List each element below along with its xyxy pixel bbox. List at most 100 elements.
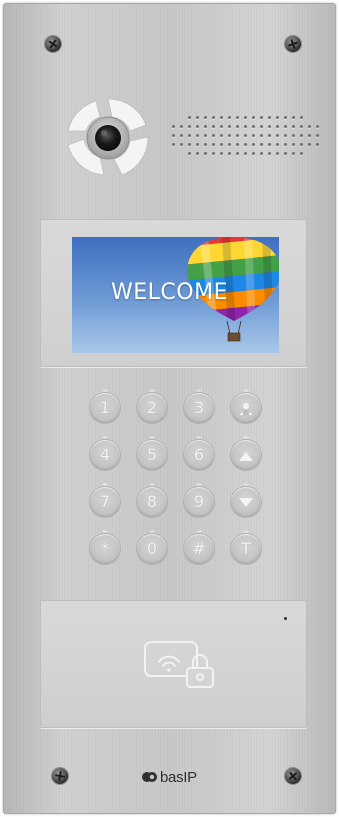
speaker-hole bbox=[316, 116, 319, 119]
speaker-hole bbox=[316, 134, 319, 137]
speaker-hole bbox=[180, 134, 183, 137]
key-9[interactable]: 9 bbox=[184, 483, 214, 517]
arrow-up-key[interactable] bbox=[231, 436, 261, 470]
speaker-hole bbox=[244, 116, 247, 119]
speaker-grille bbox=[170, 114, 328, 160]
speaker-hole bbox=[220, 152, 223, 155]
speaker-hole bbox=[220, 116, 223, 119]
speaker-hole bbox=[180, 152, 183, 155]
speaker-hole bbox=[308, 125, 311, 128]
speaker-hole bbox=[252, 134, 255, 137]
speaker-hole bbox=[244, 134, 247, 137]
speaker-hole bbox=[188, 116, 191, 119]
key-label: 5 bbox=[146, 445, 158, 464]
key-1[interactable]: 1 bbox=[90, 389, 120, 423]
speaker-hole bbox=[276, 134, 279, 137]
screw-icon bbox=[285, 768, 301, 784]
speaker-hole bbox=[284, 125, 287, 128]
speaker-hole bbox=[316, 143, 319, 146]
speaker-hole bbox=[268, 143, 271, 146]
speaker-hole bbox=[276, 125, 279, 128]
speaker-hole bbox=[180, 143, 183, 146]
arrow-down-icon bbox=[238, 497, 254, 509]
welcome-text: WELCOME bbox=[111, 280, 228, 305]
speaker-hole bbox=[300, 125, 303, 128]
speaker-hole bbox=[212, 143, 215, 146]
speaker-hole bbox=[188, 143, 191, 146]
speaker-hole bbox=[228, 143, 231, 146]
key-8[interactable]: 8 bbox=[137, 483, 167, 517]
key-0[interactable]: 0 bbox=[137, 530, 167, 564]
key-label: * bbox=[101, 539, 109, 558]
key-5[interactable]: 5 bbox=[137, 436, 167, 470]
speaker-hole bbox=[236, 152, 239, 155]
key-star[interactable]: * bbox=[90, 530, 120, 564]
key-2[interactable]: 2 bbox=[137, 389, 167, 423]
speaker-hole bbox=[284, 116, 287, 119]
key-label: 1 bbox=[99, 398, 111, 417]
display-screen: WELCOME bbox=[72, 237, 279, 353]
key-label: # bbox=[192, 539, 206, 558]
speaker-hole bbox=[244, 125, 247, 128]
speaker-hole bbox=[220, 143, 223, 146]
speaker-hole bbox=[196, 125, 199, 128]
speaker-hole bbox=[188, 125, 191, 128]
speaker-hole bbox=[196, 116, 199, 119]
speaker-hole bbox=[252, 152, 255, 155]
key-t[interactable]: T bbox=[231, 530, 261, 564]
speaker-hole bbox=[300, 152, 303, 155]
contacts-key[interactable] bbox=[231, 389, 261, 423]
key-7[interactable]: 7 bbox=[90, 483, 120, 517]
key-label: 9 bbox=[193, 492, 205, 511]
key-label: 7 bbox=[99, 492, 111, 511]
rfid-card-lock-icon bbox=[144, 641, 214, 688]
speaker-hole bbox=[316, 125, 319, 128]
key-label: 6 bbox=[193, 445, 205, 464]
bas-ip-logo-mark-icon bbox=[142, 772, 157, 782]
speaker-hole bbox=[196, 152, 199, 155]
speaker-hole bbox=[196, 134, 199, 137]
speaker-hole bbox=[300, 134, 303, 137]
speaker-hole bbox=[284, 143, 287, 146]
screw-icon bbox=[52, 768, 68, 784]
key-label: 8 bbox=[146, 492, 158, 511]
speaker-hole bbox=[268, 116, 271, 119]
speaker-hole bbox=[196, 143, 199, 146]
speaker-hole bbox=[212, 134, 215, 137]
key-label: 3 bbox=[193, 398, 205, 417]
speaker-hole bbox=[204, 134, 207, 137]
speaker-hole bbox=[188, 134, 191, 137]
speaker-hole bbox=[292, 116, 295, 119]
key-label: 4 bbox=[99, 445, 111, 464]
speaker-hole bbox=[276, 152, 279, 155]
key-6[interactable]: 6 bbox=[184, 436, 214, 470]
speaker-hole bbox=[228, 134, 231, 137]
speaker-hole bbox=[180, 125, 183, 128]
speaker-hole bbox=[244, 143, 247, 146]
speaker-hole bbox=[260, 125, 263, 128]
speaker-hole bbox=[308, 143, 311, 146]
key-label: T bbox=[241, 539, 251, 558]
speaker-hole bbox=[188, 152, 191, 155]
speaker-hole bbox=[292, 152, 295, 155]
speaker-hole bbox=[252, 116, 255, 119]
speaker-hole bbox=[268, 152, 271, 155]
speaker-hole bbox=[220, 134, 223, 137]
speaker-hole bbox=[292, 125, 295, 128]
speaker-hole bbox=[204, 143, 207, 146]
speaker-hole bbox=[236, 143, 239, 146]
speaker-hole bbox=[292, 143, 295, 146]
key-hash[interactable]: # bbox=[184, 530, 214, 564]
speaker-hole bbox=[276, 116, 279, 119]
key-4[interactable]: 4 bbox=[90, 436, 120, 470]
speaker-hole bbox=[300, 143, 303, 146]
speaker-hole bbox=[268, 134, 271, 137]
screw-icon bbox=[45, 36, 61, 52]
screw-icon bbox=[285, 36, 301, 52]
speaker-hole bbox=[180, 116, 183, 119]
speaker-hole bbox=[236, 116, 239, 119]
key-3[interactable]: 3 bbox=[184, 389, 214, 423]
arrow-down-key[interactable] bbox=[231, 483, 261, 517]
speaker-hole bbox=[308, 134, 311, 137]
speaker-hole bbox=[308, 152, 311, 155]
